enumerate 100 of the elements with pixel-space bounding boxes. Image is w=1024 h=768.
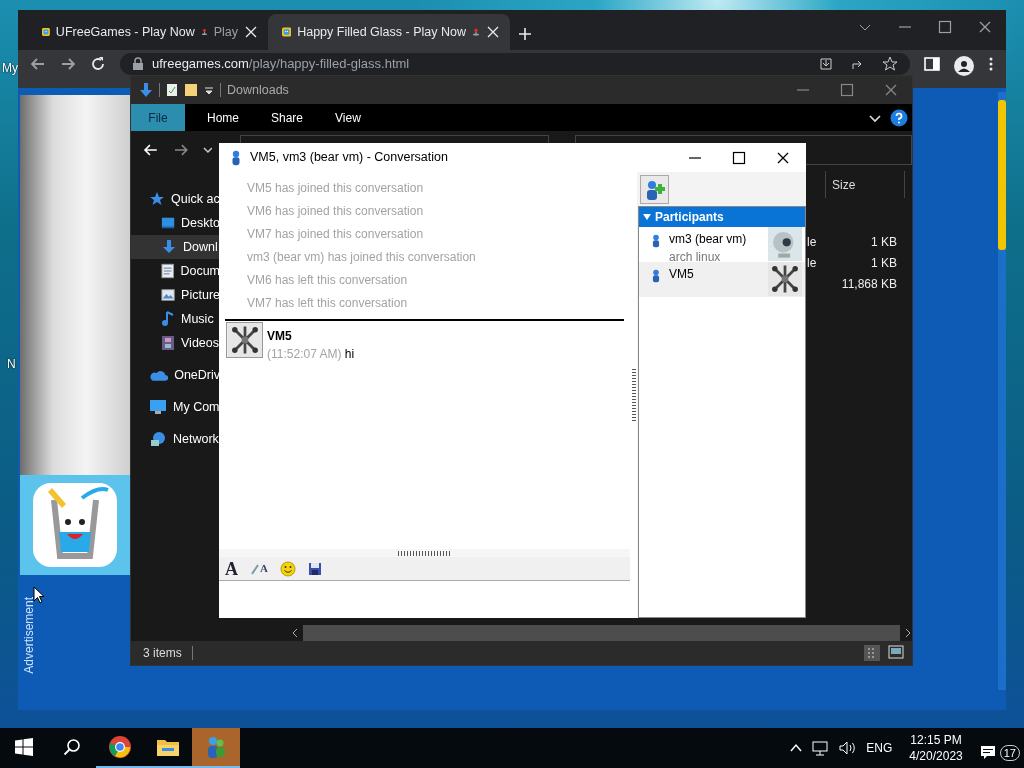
system-message: vm3 (bear vm) has joined this conversation (246, 249, 477, 266)
forward-icon[interactable] (60, 56, 76, 72)
notification-icon[interactable] (979, 745, 996, 761)
film-icon (161, 335, 175, 351)
ribbon-tab[interactable]: View (319, 104, 377, 131)
nav-item[interactable]: Deskto (131, 211, 220, 235)
tab-title: Happy Filled Glass - Play Now (297, 23, 466, 41)
recent-locations-icon[interactable] (202, 145, 213, 155)
ribbon-tab[interactable]: Share (255, 104, 320, 131)
message-text: (11:52:07 AM) hi (267, 346, 355, 363)
emoticon-button[interactable] (277, 560, 298, 577)
address-bar[interactable]: ufreegames.com/play/happy-filled-glass.html (120, 53, 910, 75)
network-icon (149, 431, 167, 447)
install-icon[interactable] (818, 56, 834, 72)
file-name: le (807, 254, 817, 272)
language-indicator[interactable]: ENG (866, 739, 893, 757)
ribbon-tab[interactable]: File (131, 104, 185, 131)
close-icon[interactable] (776, 150, 790, 165)
file-size: 1 KB (871, 254, 897, 272)
nav-item[interactable]: Music (131, 307, 220, 331)
scrollbar-thumb[interactable] (303, 625, 900, 641)
ad-label: Advertisement (21, 597, 37, 674)
browser-tab[interactable]: UFreeGames - Play Now Play (28, 14, 268, 50)
notification-count: 17 (999, 744, 1020, 761)
window-title: Downloads (227, 81, 289, 99)
side-panel-icon[interactable] (924, 56, 940, 72)
folder-icon (156, 737, 180, 757)
desktop-icon-label: My (2, 60, 18, 77)
caret-icon (643, 213, 651, 221)
menu-icon[interactable] (988, 56, 994, 72)
download-icon[interactable] (139, 82, 153, 98)
ad-banner[interactable] (20, 475, 130, 575)
system-message: VM5 has joined this conversation (246, 180, 425, 197)
font-color-button[interactable]: A (248, 562, 270, 575)
large-icons-view-icon[interactable] (888, 645, 904, 659)
back-icon[interactable] (143, 142, 159, 158)
help-icon[interactable] (890, 108, 908, 127)
chrome-icon (108, 735, 132, 759)
reload-icon[interactable] (90, 56, 106, 72)
nav-item[interactable]: My Com (131, 395, 220, 419)
brush-icon (250, 562, 260, 575)
music-note-icon (161, 311, 175, 327)
column-header[interactable]: Size (825, 171, 905, 198)
browser-tab[interactable]: Happy Filled Glass - Play Now (268, 14, 510, 50)
windows-icon (15, 738, 33, 756)
picture-icon (161, 288, 176, 302)
floppy-icon (307, 561, 322, 576)
desktop-icon (161, 216, 176, 230)
star-icon (149, 191, 165, 207)
font-button[interactable]: A (223, 559, 240, 578)
nav-item[interactable]: Quick ac (131, 187, 220, 211)
file-size: 1 KB (871, 233, 897, 251)
properties-icon[interactable] (166, 83, 178, 97)
volume-icon[interactable] (839, 740, 858, 756)
close-icon[interactable] (978, 20, 992, 34)
customize-icon[interactable] (204, 85, 214, 95)
scroll-left-icon[interactable] (291, 628, 299, 638)
status-text: 3 items (143, 645, 182, 662)
file-size: 11,868 KB (841, 275, 897, 293)
jacks-icon (768, 262, 802, 296)
tab-title: Play (213, 23, 238, 41)
network-icon[interactable] (812, 740, 831, 756)
nav-item[interactable]: Docum (131, 259, 220, 283)
scrollbar[interactable] (998, 92, 1006, 690)
cloud-icon (149, 368, 169, 382)
download-icon (161, 239, 177, 255)
new-folder-icon[interactable] (184, 83, 198, 97)
details-view-icon[interactable] (864, 645, 880, 661)
maximize-icon[interactable] (732, 150, 746, 165)
participant-name: VM5 (669, 266, 694, 283)
group-header[interactable]: Participants (639, 207, 805, 227)
splitter-handle[interactable] (397, 550, 452, 556)
system-message: VM7 has joined this conversation (246, 226, 425, 243)
system-message: VM7 has left this conversation (246, 295, 409, 312)
computer-icon (149, 399, 167, 415)
system-message: VM6 has left this conversation (246, 272, 409, 289)
scroll-right-icon[interactable] (904, 628, 912, 638)
close-icon[interactable] (486, 25, 500, 40)
splitter-handle[interactable] (631, 369, 636, 421)
nav-item[interactable]: Network (131, 427, 220, 451)
clock[interactable]: 12:15 PM 4/20/2023 (901, 731, 971, 765)
sender-name: VM5 (267, 328, 293, 345)
star-icon[interactable] (882, 56, 898, 72)
tab-title: UFreeGames - Play Now (55, 23, 195, 41)
url-text: ufreegames.com/play/happy-filled-glass.html (152, 55, 410, 74)
nav-item[interactable]: Picture (131, 283, 220, 307)
maximize-icon[interactable] (938, 20, 952, 34)
file-name: le (807, 233, 817, 251)
forward-icon[interactable] (172, 142, 189, 158)
new-tab-icon[interactable] (518, 26, 532, 41)
profile-icon[interactable] (954, 56, 974, 76)
smiley-icon (279, 560, 296, 577)
add-contact-button[interactable] (640, 175, 669, 204)
close-icon[interactable] (244, 25, 258, 40)
lock-icon (132, 57, 144, 71)
nav-item[interactable]: OneDriv (131, 363, 220, 387)
ribbon-tab[interactable]: Home (191, 104, 255, 131)
participant-row[interactable]: VM5 (639, 262, 805, 297)
nav-item[interactable]: Videos (131, 331, 220, 355)
nav-item[interactable]: Downl (131, 235, 220, 259)
